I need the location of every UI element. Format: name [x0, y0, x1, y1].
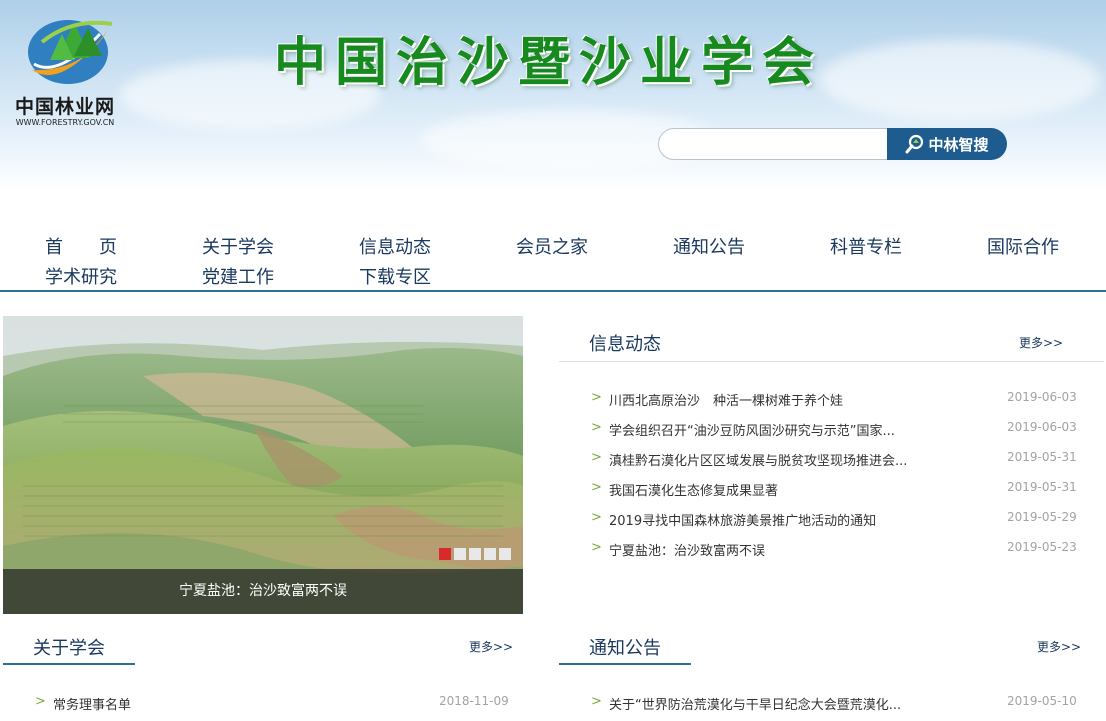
image-slider[interactable]: 宁夏盐池：治沙致富两不误 — [3, 316, 523, 614]
slide-caption[interactable]: 宁夏盐池：治沙致富两不误 — [3, 569, 523, 614]
news-date: 2019-05-23 — [1007, 540, 1077, 554]
slider-dot-3[interactable] — [469, 548, 481, 560]
bullet-arrow-icon: > — [591, 694, 602, 709]
news-title[interactable]: 我国石漠化生态修复成果显著 — [609, 480, 949, 499]
logo-text-en: WWW.FORESTRY.GOV.CN — [15, 118, 115, 127]
list-item[interactable]: > 常务理事名单 2018-11-09 — [35, 694, 509, 716]
news-date: 2019-06-03 — [1007, 390, 1077, 404]
nav-item-home[interactable]: 首 页 — [45, 233, 117, 259]
bullet-arrow-icon: > — [591, 510, 602, 525]
nav-item-science[interactable]: 科普专栏 — [830, 233, 902, 259]
search-button-label: 中林智搜 — [928, 135, 989, 154]
notice-title-underline — [559, 663, 691, 665]
bullet-arrow-icon: > — [591, 480, 602, 495]
nav-item-party[interactable]: 党建工作 — [202, 263, 274, 289]
news-date: 2019-05-31 — [1007, 450, 1077, 464]
list-item[interactable]: > 关于“世界防治荒漠化与干旱日纪念大会暨荒漠化... 2019-05-10 — [591, 694, 1077, 716]
slider-dots — [439, 548, 511, 560]
nav-item-notices[interactable]: 通知公告 — [673, 233, 745, 259]
site-header: 中国林业网 WWW.FORESTRY.GOV.CN 中国治沙暨沙业学会 中林智搜 — [0, 0, 1106, 190]
notice-more-link[interactable]: 更多>> — [1037, 638, 1081, 655]
slider-dot-1[interactable] — [439, 548, 451, 560]
bullet-arrow-icon: > — [591, 450, 602, 465]
slider-dot-4[interactable] — [484, 548, 496, 560]
main-nav: 首 页 关于学会 信息动态 会员之家 通知公告 科普专栏 国际合作 学术研究 党… — [0, 230, 1106, 292]
bullet-arrow-icon: > — [591, 390, 602, 405]
search-button[interactable]: 中林智搜 — [887, 128, 1007, 160]
slider-dot-2[interactable] — [454, 548, 466, 560]
news-title[interactable]: 学会组织召开“油沙豆防风固沙研究与示范”国家... — [609, 420, 949, 439]
nav-item-members[interactable]: 会员之家 — [516, 233, 588, 259]
about-section-title[interactable]: 关于学会 — [33, 634, 105, 660]
news-date: 2019-06-03 — [1007, 420, 1077, 434]
notice-section-title[interactable]: 通知公告 — [589, 634, 661, 660]
search-icon — [905, 134, 924, 154]
forestry-logo-icon — [28, 20, 113, 84]
notice-title[interactable]: 关于“世界防治荒漠化与干旱日纪念大会暨荒漠化... — [609, 694, 949, 713]
nav-item-downloads[interactable]: 下载专区 — [359, 263, 431, 289]
slider-dot-5[interactable] — [499, 548, 511, 560]
nav-item-research[interactable]: 学术研究 — [45, 263, 117, 289]
nav-item-international[interactable]: 国际合作 — [987, 233, 1059, 259]
news-title[interactable]: 滇桂黔石漠化片区区域发展与脱贫攻坚现场推进会... — [609, 450, 949, 469]
bullet-arrow-icon: > — [591, 540, 602, 555]
about-more-link[interactable]: 更多>> — [469, 638, 513, 655]
list-item[interactable]: > 2019寻找中国森林旅游美景推广地活动的通知 2019-05-29 — [591, 510, 1077, 532]
nav-item-news[interactable]: 信息动态 — [359, 233, 431, 259]
list-item[interactable]: > 我国石漠化生态修复成果显著 2019-05-31 — [591, 480, 1077, 502]
about-date: 2018-11-09 — [439, 694, 509, 708]
list-item[interactable]: > 宁夏盐池：治沙致富两不误 2019-05-23 — [591, 540, 1077, 562]
list-item[interactable]: > 滇桂黔石漠化片区区域发展与脱贫攻坚现场推进会... 2019-05-31 — [591, 450, 1077, 472]
logo-text-cn: 中国林业网 — [14, 96, 115, 118]
about-title-underline — [3, 663, 135, 665]
about-title[interactable]: 常务理事名单 — [53, 694, 413, 713]
news-title[interactable]: 宁夏盐池：治沙致富两不误 — [609, 540, 949, 559]
notice-date: 2019-05-10 — [1007, 694, 1077, 708]
news-title[interactable]: 2019寻找中国森林旅游美景推广地活动的通知 — [609, 510, 949, 529]
news-date: 2019-05-31 — [1007, 480, 1077, 494]
list-item[interactable]: > 川西北高原治沙 种活一棵树难于养个娃 2019-06-03 — [591, 390, 1077, 412]
bullet-arrow-icon: > — [35, 694, 46, 709]
news-section-title[interactable]: 信息动态 — [589, 330, 661, 356]
list-item[interactable]: > 学会组织召开“油沙豆防风固沙研究与示范”国家... 2019-06-03 — [591, 420, 1077, 442]
search-input[interactable] — [658, 128, 890, 160]
news-title[interactable]: 川西北高原治沙 种活一棵树难于养个娃 — [609, 390, 949, 409]
site-title: 中国治沙暨沙业学会 — [274, 33, 824, 93]
news-more-link[interactable]: 更多>> — [1019, 334, 1063, 351]
news-date: 2019-05-29 — [1007, 510, 1077, 524]
news-divider — [559, 361, 1104, 362]
bullet-arrow-icon: > — [591, 420, 602, 435]
nav-item-about[interactable]: 关于学会 — [202, 233, 274, 259]
forestry-logo[interactable]: 中国林业网 WWW.FORESTRY.GOV.CN — [10, 10, 120, 132]
